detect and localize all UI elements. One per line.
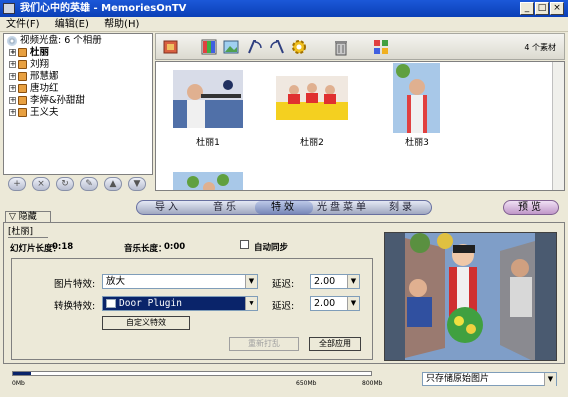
chevron-down-icon[interactable]: ▼ [347, 297, 359, 310]
album-name: [杜丽] [8, 226, 48, 238]
add-album-button[interactable]: + [8, 177, 26, 191]
tree-item-duli[interactable]: + 杜丽 [9, 47, 50, 59]
menu-help[interactable]: 帮助(H) [98, 17, 145, 32]
settings-gear-icon[interactable] [290, 38, 308, 56]
preview-button[interactable]: 预览 [503, 200, 559, 215]
tab-import[interactable]: 导入 [139, 201, 197, 214]
title-bar: 我们心中的英雄 - MemoriesOnTV [0, 0, 568, 17]
autosync-label: 自动同步 [254, 243, 289, 253]
import-photo-icon[interactable] [162, 38, 180, 56]
reshuffle-button[interactable]: 重新打乱 [229, 337, 299, 351]
plugin-icon [106, 299, 116, 308]
autosync-checkbox[interactable] [240, 240, 249, 249]
capacity-tick: 650Mb [296, 380, 317, 387]
disc-capacity-bar [12, 371, 372, 376]
close-button[interactable]: × [550, 2, 564, 15]
music-length-label: 音乐长度： [124, 244, 167, 254]
custom-effect-button[interactable]: 自定义特效 [102, 316, 190, 330]
layout-grid-icon[interactable] [372, 38, 390, 56]
tree-toolbar: + × ↻ ✎ ▲ ▼ [3, 175, 153, 193]
photo-gallery: 杜丽1 杜丽2 杜丽3 [155, 61, 565, 191]
chevron-down-icon[interactable]: ▼ [347, 275, 359, 288]
move-up-button[interactable]: ▲ [104, 177, 122, 191]
photo-thumbnail[interactable] [173, 70, 243, 128]
picture-effect-label: 图片特效: [54, 279, 96, 290]
capacity-fill [13, 372, 31, 375]
delay-select-2[interactable]: 2.00 ▼ [310, 296, 360, 311]
disc-icon [7, 35, 17, 46]
tree-root[interactable]: 视频光盘: 6 个相册 [7, 35, 102, 47]
trash-icon[interactable] [332, 38, 350, 56]
photo-thumbnail[interactable] [276, 76, 348, 120]
apply-all-button[interactable]: 全部应用 [309, 337, 361, 351]
minimize-button[interactable]: _ [520, 2, 534, 15]
expand-icon[interactable]: + [9, 49, 16, 56]
gallery-toolbar: 4 个素材 [155, 33, 565, 60]
transition-label: 转换特效: [54, 301, 96, 312]
menu-edit[interactable]: 编辑(E) [49, 17, 95, 32]
photo-caption: 杜丽3 [405, 138, 429, 148]
delay-label: 延迟: [272, 279, 295, 290]
chevron-down-icon[interactable]: ▼ [544, 373, 556, 386]
menu-bar: 文件(F) 编辑(E) 帮助(H) [0, 17, 568, 32]
expand-icon[interactable]: + [9, 109, 16, 116]
photo-caption: 杜丽2 [300, 138, 324, 148]
app-icon [3, 3, 15, 14]
tab-music[interactable]: 音乐 [197, 201, 255, 214]
music-length-value: 0:00 [164, 242, 186, 252]
delay-label: 延迟: [272, 301, 295, 312]
album-icon [18, 84, 27, 93]
tree-item-xinghuina[interactable]: + 邢慧娜 [9, 71, 59, 83]
rotate-left-icon[interactable] [246, 38, 264, 56]
color-adjust-icon[interactable] [200, 38, 218, 56]
video-preview [384, 232, 557, 361]
tab-burn[interactable]: 刻录 [373, 201, 431, 214]
delay-select-1[interactable]: 2.00 ▼ [310, 274, 360, 289]
tab-disc-menu[interactable]: 光盘菜单 [313, 201, 373, 214]
capacity-tick: 800Mb [362, 380, 383, 387]
tree-item-liting[interactable]: + 李婷&孙甜甜 [9, 95, 85, 107]
maximize-button[interactable]: □ [535, 2, 549, 15]
tab-effects[interactable]: 特效 [255, 201, 313, 214]
menu-file[interactable]: 文件(F) [0, 17, 46, 32]
chevron-down-icon[interactable]: ▼ [245, 275, 257, 288]
expand-icon[interactable]: + [9, 73, 16, 80]
storage-option-select[interactable]: 只存储原始图片 ▼ [422, 372, 557, 386]
album-icon [18, 108, 27, 117]
delete-album-button[interactable]: × [32, 177, 50, 191]
expand-icon[interactable]: + [9, 61, 16, 68]
tab-strip: 导入 音乐 特效 光盘菜单 刻录 [136, 200, 432, 215]
photo-thumbnail[interactable] [393, 63, 440, 133]
rotate-right-icon[interactable] [268, 38, 286, 56]
picture-effect-select[interactable]: 放大 ▼ [102, 274, 258, 289]
expand-icon[interactable]: + [9, 85, 16, 92]
album-icon [18, 60, 27, 69]
expand-icon[interactable]: + [9, 97, 16, 104]
album-icon [18, 48, 27, 57]
tree-item-liuxiang[interactable]: + 刘翔 [9, 59, 49, 71]
capacity-tick: 0Mb [12, 380, 25, 387]
item-count: 4 个素材 [524, 43, 556, 52]
tree-item-wangyifu[interactable]: + 王义夫 [9, 107, 59, 119]
transition-select[interactable]: Door Plugin ▼ [102, 296, 258, 311]
gallery-scrollbar[interactable] [552, 62, 564, 190]
refresh-button[interactable]: ↻ [56, 177, 74, 191]
move-down-button[interactable]: ▼ [128, 177, 146, 191]
edit-button[interactable]: ✎ [80, 177, 98, 191]
photo-caption: 杜丽1 [196, 138, 220, 148]
album-icon [18, 72, 27, 81]
chevron-down-icon[interactable]: ▼ [245, 297, 257, 310]
album-tree: 视频光盘: 6 个相册 + 杜丽 + 刘翔 + 邢慧娜 + 唐功红 + 李婷&孙甜甜 + 王… [3, 33, 153, 175]
album-icon [18, 96, 27, 105]
photo-thumbnail[interactable] [173, 172, 243, 190]
window-title: 我们心中的英雄 - MemoriesOnTV [20, 3, 187, 14]
slide-length-value: 0:18 [52, 242, 74, 252]
tree-item-tanggonghong[interactable]: + 唐功红 [9, 83, 59, 95]
image-icon[interactable] [222, 38, 240, 56]
